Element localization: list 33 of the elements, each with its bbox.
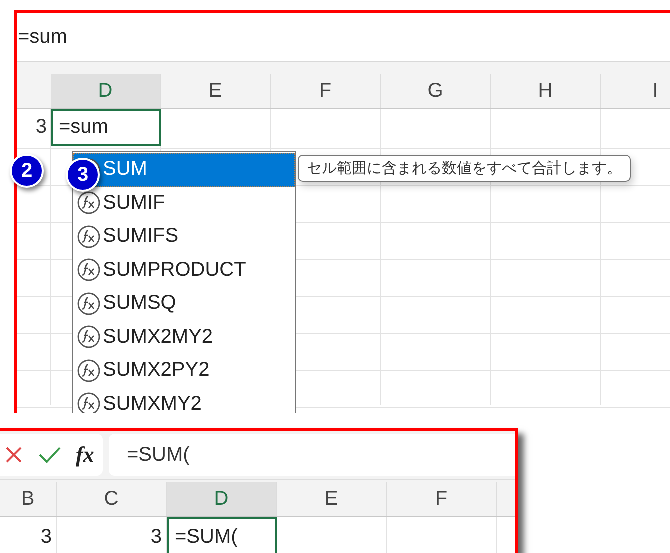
function-icon <box>77 191 101 216</box>
function-icon <box>77 258 101 282</box>
column-header[interactable]: D <box>167 482 277 516</box>
function-icon <box>77 325 101 350</box>
cell[interactable]: 3 <box>57 517 167 553</box>
function-icon <box>77 358 101 383</box>
cell[interactable]: =SUM( <box>167 517 277 553</box>
function-icon <box>77 224 101 249</box>
function-suggestion[interactable]: SUMPRODUCT <box>73 254 295 287</box>
column-header[interactable]: B <box>0 482 57 516</box>
function-suggestion[interactable]: SUMXMY2 <box>73 388 295 413</box>
formula-field[interactable]: =SUM( <box>109 434 515 476</box>
insert-function-button[interactable]: fx <box>76 442 94 468</box>
column-header[interactable]: D <box>51 74 161 108</box>
function-suggestion[interactable]: SUMX2MY2 <box>73 320 295 354</box>
column-header[interactable]: F <box>387 482 497 516</box>
function-suggestion[interactable]: SUMSQ <box>73 287 295 320</box>
column-header[interactable]: H <box>491 74 601 108</box>
cell[interactable]: 3 <box>0 517 57 553</box>
function-suggestion[interactable]: SUMX2PY2 <box>73 354 295 388</box>
cell[interactable]: =sum <box>51 109 161 146</box>
tooltip: セル範囲に含まれる数値をすべて合計します。 <box>298 155 631 182</box>
function-icon <box>77 292 101 316</box>
row-number: 3 <box>17 109 51 146</box>
close-icon[interactable] <box>4 445 24 465</box>
column-header[interactable]: F <box>271 74 381 108</box>
check-icon[interactable] <box>38 445 62 465</box>
function-suggestion[interactable]: SUMIFS <box>73 220 295 254</box>
column-header[interactable]: E <box>277 482 387 516</box>
column-header[interactable]: I <box>601 74 670 108</box>
column-header[interactable]: G <box>381 74 491 108</box>
column-header[interactable]: E <box>161 74 271 108</box>
formula-text[interactable]: =sum <box>18 26 68 48</box>
